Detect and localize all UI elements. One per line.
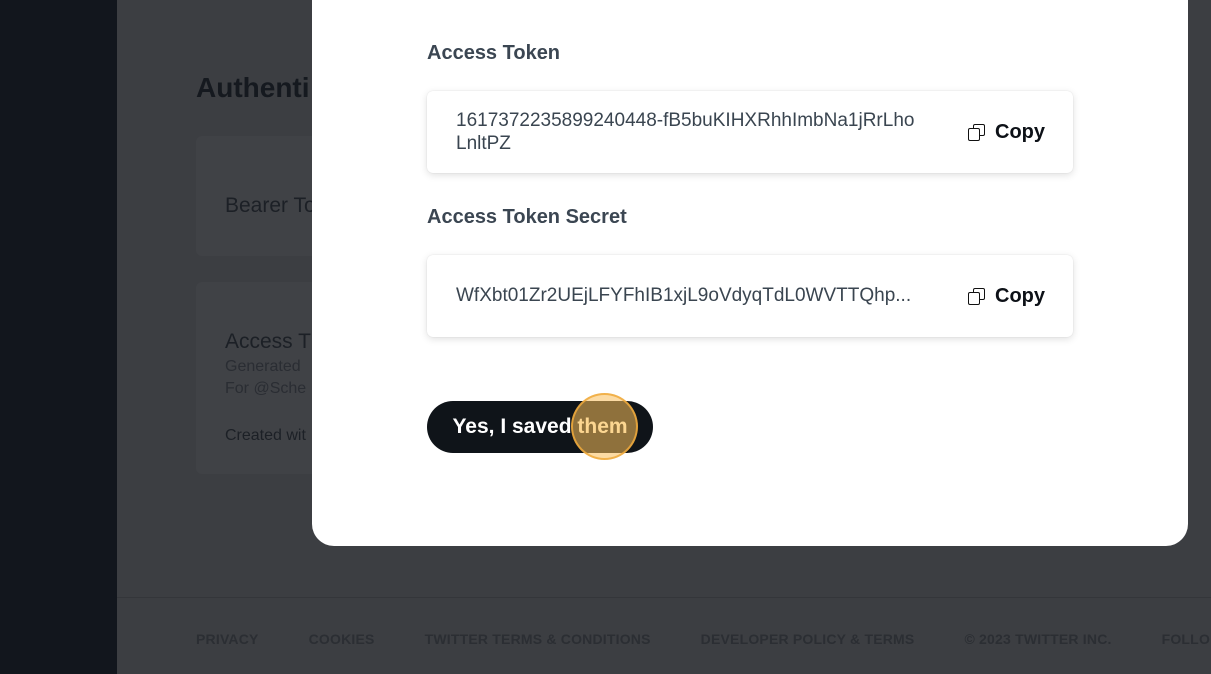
generated-text: Generated <box>225 358 301 375</box>
footer-link-follow[interactable]: FOLLO <box>1162 631 1210 647</box>
copy-label: Copy <box>995 121 1045 143</box>
bearer-token-label: Bearer To <box>225 194 316 217</box>
copy-label: Copy <box>995 285 1045 307</box>
access-token-field: 1617372235899240448-fB5buKIHXRhhImbNa1jR… <box>427 91 1073 173</box>
page-title: Authenti <box>196 72 310 103</box>
confirm-button-label: Yes, I saved <box>452 415 572 438</box>
footer-link-cookies[interactable]: COOKIES <box>309 631 375 647</box>
copy-access-token-secret-button[interactable]: Copy <box>967 285 1045 308</box>
copy-icon <box>967 287 987 307</box>
yes-i-saved-them-button[interactable]: Yes, I saved them <box>427 401 653 453</box>
access-token-card-label: Access T <box>225 330 311 353</box>
access-token-secret-value[interactable]: WfXbt01Zr2UEjLFYFhIB1xjL9oVdyqTdL0WVTTQh… <box>456 284 931 307</box>
copy-access-token-button[interactable]: Copy <box>967 121 1045 144</box>
for-account-text: For @Sche <box>225 380 307 397</box>
footer-divider <box>117 597 1211 598</box>
access-token-label: Access Token <box>427 42 561 64</box>
access-token-value[interactable]: 1617372235899240448-fB5buKIHXRhhImbNa1jR… <box>456 109 916 155</box>
footer-link-terms[interactable]: TWITTER TERMS & CONDITIONS <box>425 631 651 647</box>
footer-link-developer-policy[interactable]: DEVELOPER POLICY & TERMS <box>701 631 915 647</box>
confirm-button-label-highlight: them <box>577 415 628 438</box>
copy-icon <box>967 123 987 143</box>
sidebar <box>0 0 117 674</box>
access-token-secret-field: WfXbt01Zr2UEjLFYFhIB1xjL9oVdyqTdL0WVTTQh… <box>427 255 1073 337</box>
footer-copyright: © 2023 TWITTER INC. <box>964 631 1112 647</box>
access-token-secret-label: Access Token Secret <box>427 206 627 228</box>
footer: PRIVACY COOKIES TWITTER TERMS & CONDITIO… <box>196 631 1211 647</box>
footer-link-privacy[interactable]: PRIVACY <box>196 631 259 647</box>
created-with-text: Created wit <box>225 427 306 444</box>
